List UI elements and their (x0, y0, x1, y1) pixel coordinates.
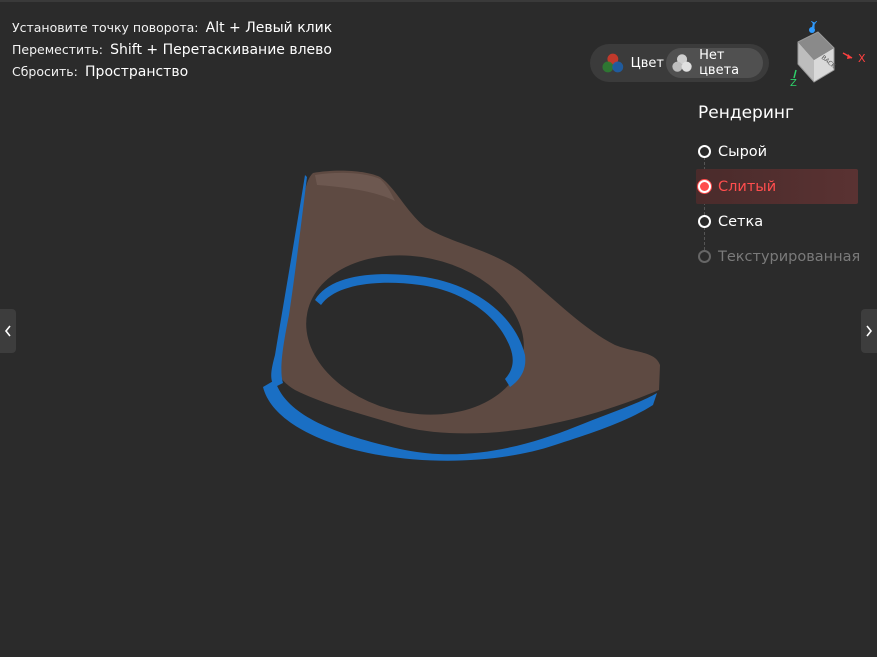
render-option-label: Слитый (718, 178, 777, 195)
no-color-option-label: Нет цвета (699, 48, 740, 78)
render-option-label: Текстурированная (718, 248, 861, 265)
hint-label: Переместить: (12, 42, 103, 57)
render-options: Сырой Слитый Сетка Текстурированная (696, 134, 861, 274)
render-option-mesh[interactable]: Сетка (696, 204, 858, 239)
color-circles-icon (602, 53, 624, 73)
render-option-label: Сетка (718, 213, 764, 230)
render-option-label: Сырой (718, 143, 768, 160)
render-panel: Рендеринг Сырой Слитый Сетка Текстуриров… (696, 100, 861, 274)
color-option-button[interactable]: Цвет (596, 48, 664, 78)
chevron-right-icon (866, 325, 873, 337)
render-option-fused[interactable]: Слитый (696, 169, 858, 204)
orientation-cube[interactable]: BACK Y X Z (788, 18, 872, 90)
hint-move: Переместить: Shift + Перетаскивание влев… (12, 39, 332, 61)
hint-value: Alt + Левый клик (205, 20, 333, 36)
hint-value: Пространство (85, 64, 189, 80)
scan-model (263, 170, 660, 461)
axis-x-label: X (858, 52, 866, 65)
radio-selected-icon (698, 180, 711, 193)
view-cube-icon[interactable]: BACK (797, 31, 837, 83)
hint-pivot: Установите точку поворота: Alt + Левый к… (12, 17, 332, 39)
axis-z-label: Z (790, 78, 797, 89)
radio-disabled-icon (698, 250, 711, 263)
no-color-option-button[interactable]: Нет цвета (666, 48, 763, 78)
top-border (0, 0, 877, 2)
chevron-left-icon (4, 325, 11, 337)
previous-button[interactable] (0, 309, 16, 353)
next-button[interactable] (861, 309, 877, 353)
radio-icon (698, 215, 711, 228)
radio-icon (698, 145, 711, 158)
hint-label: Сбросить: (12, 64, 78, 79)
grey-circles-icon (672, 54, 692, 72)
hint-reset: Сбросить: Пространство (12, 61, 332, 83)
color-mode-toggle: Цвет Нет цвета (590, 44, 769, 82)
axis-y-label: Y (810, 20, 818, 31)
render-option-textured: Текстурированная (696, 239, 861, 274)
hint-value: Shift + Перетаскивание влево (110, 42, 332, 58)
controls-hints: Установите точку поворота: Alt + Левый к… (12, 17, 332, 83)
color-option-label: Цвет (630, 55, 664, 71)
render-option-raw[interactable]: Сырой (696, 134, 858, 169)
hint-label: Установите точку поворота: (12, 20, 199, 35)
model-viewport[interactable] (255, 165, 675, 465)
render-title: Рендеринг (698, 103, 794, 123)
